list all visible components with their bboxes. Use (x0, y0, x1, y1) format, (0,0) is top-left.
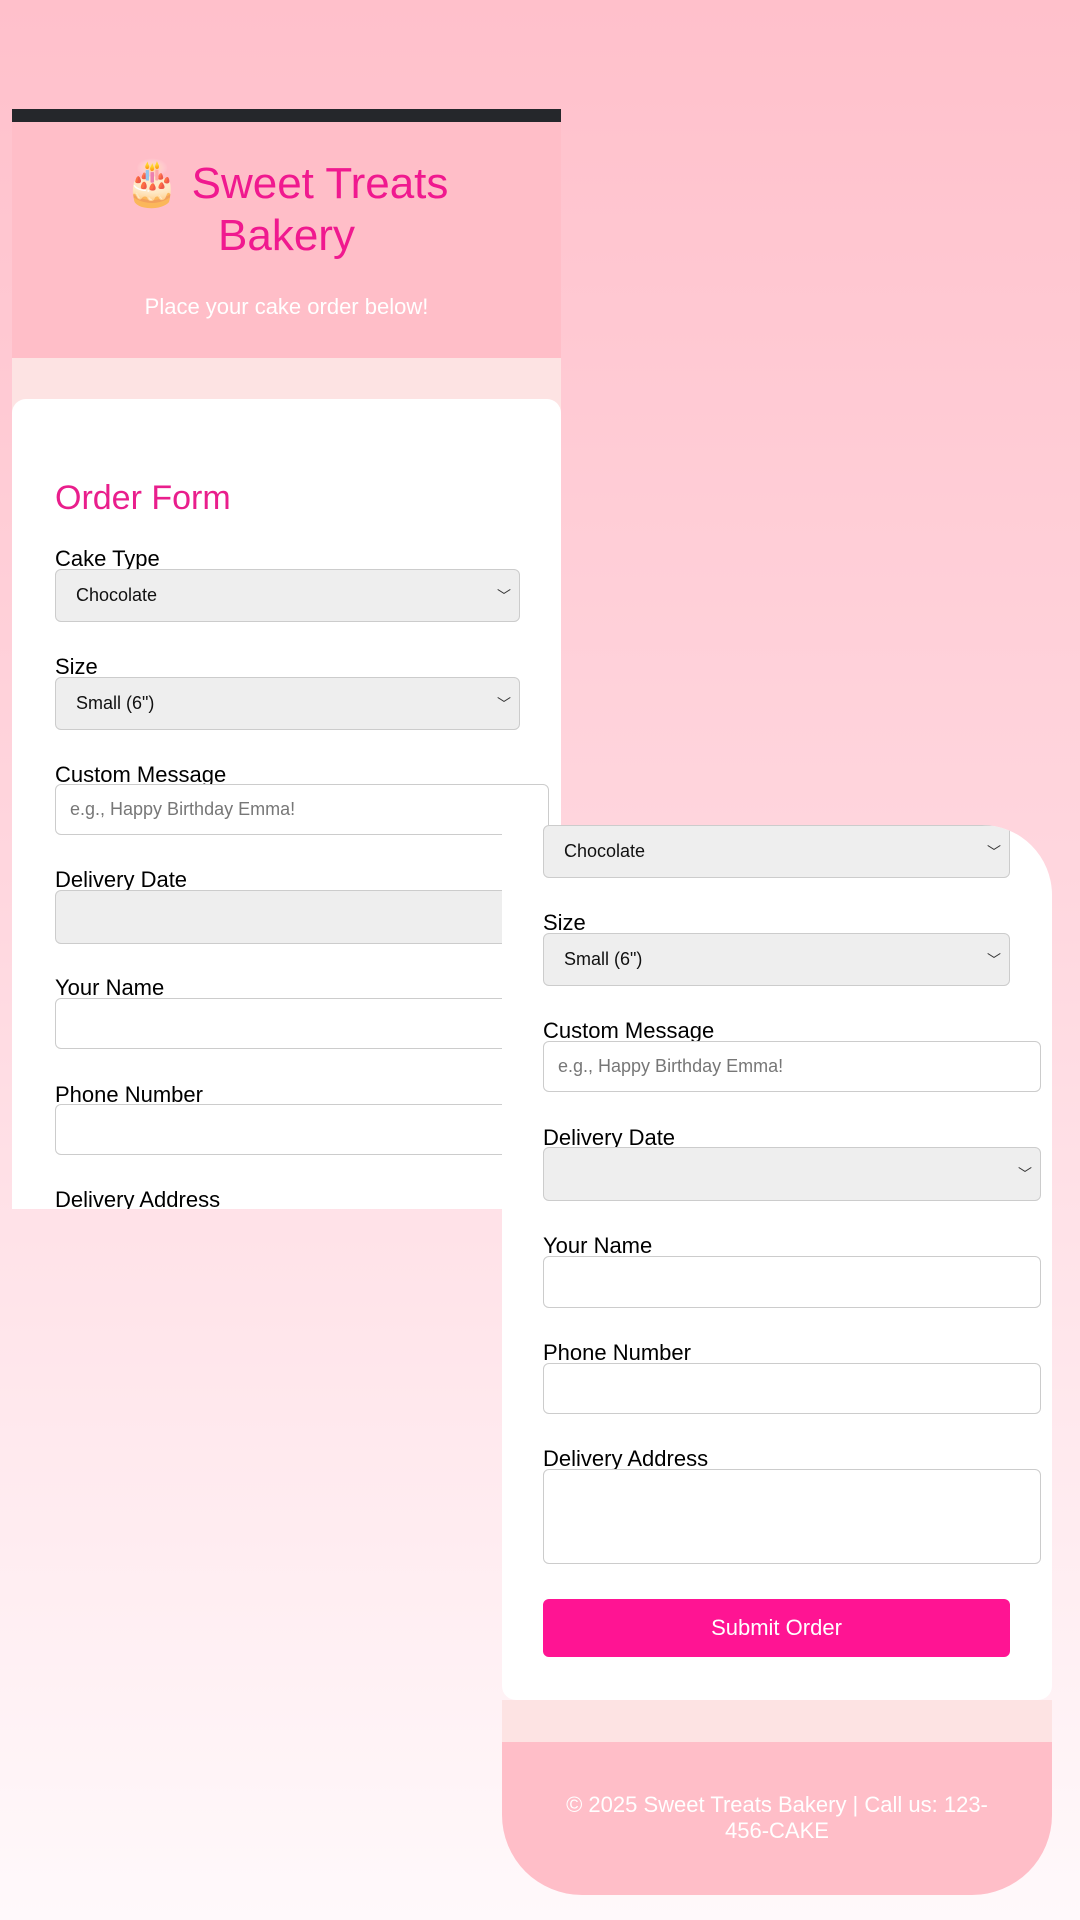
chevron-down-icon: ﹀ (987, 951, 1001, 968)
order-form-card: Order Form Cake Type Chocolate ﹀ Size Sma… (12, 399, 561, 1209)
footer-text: © 2025 Sweet Treats Bakery | Call us: 12… (566, 1792, 988, 1843)
order-form-card: Chocolate ﹀ Size Small (6") ﹀ Custom Messa… (502, 825, 1052, 1700)
message-input[interactable]: e.g., Happy Birthday Emma! (55, 784, 549, 835)
address-label: Delivery Address (55, 1187, 221, 1209)
submit-order-button[interactable]: Submit Order (543, 1599, 1010, 1657)
cake-type-select[interactable]: Chocolate ﹀ (543, 825, 1010, 878)
address-textarea[interactable] (543, 1469, 1041, 1564)
cake-type-value: Chocolate (564, 841, 646, 861)
site-header: 🎂 Sweet Treats Bakery Place your cake or… (12, 122, 561, 358)
name-input[interactable] (55, 998, 561, 1049)
size-value: Small (6") (76, 693, 155, 713)
browser-top-bar (12, 109, 561, 122)
phone-input[interactable] (55, 1104, 561, 1155)
chevron-down-icon: ﹀ (1018, 1166, 1032, 1182)
chevron-down-icon: ﹀ (497, 587, 511, 604)
size-select[interactable]: Small (6") ﹀ (55, 677, 520, 730)
form-heading: Order Form (55, 479, 231, 517)
date-select[interactable] (55, 890, 561, 944)
page-view-bottom: Chocolate ﹀ Size Small (6") ﹀ Custom Messa… (502, 825, 1052, 1895)
site-footer: © 2025 Sweet Treats Bakery | Call us: 12… (502, 1742, 1052, 1895)
page-view-top: 🎂 Sweet Treats Bakery Place your cake or… (12, 109, 561, 1209)
size-value: Small (6") (564, 949, 643, 969)
phone-input[interactable] (543, 1363, 1041, 1414)
chevron-down-icon: ﹀ (987, 843, 1001, 860)
date-select[interactable]: ﹀ (543, 1147, 1041, 1201)
name-input[interactable] (543, 1256, 1041, 1308)
site-title: 🎂 Sweet Treats Bakery (124, 159, 449, 260)
site-subtitle: Place your cake order below! (144, 294, 429, 319)
cake-type-value: Chocolate (76, 585, 158, 605)
cake-type-select[interactable]: Chocolate ﹀ (55, 569, 520, 622)
chevron-down-icon: ﹀ (497, 695, 511, 712)
message-input[interactable]: e.g., Happy Birthday Emma! (543, 1041, 1041, 1092)
main-background (502, 1700, 1052, 1742)
size-select[interactable]: Small (6") ﹀ (543, 933, 1010, 986)
